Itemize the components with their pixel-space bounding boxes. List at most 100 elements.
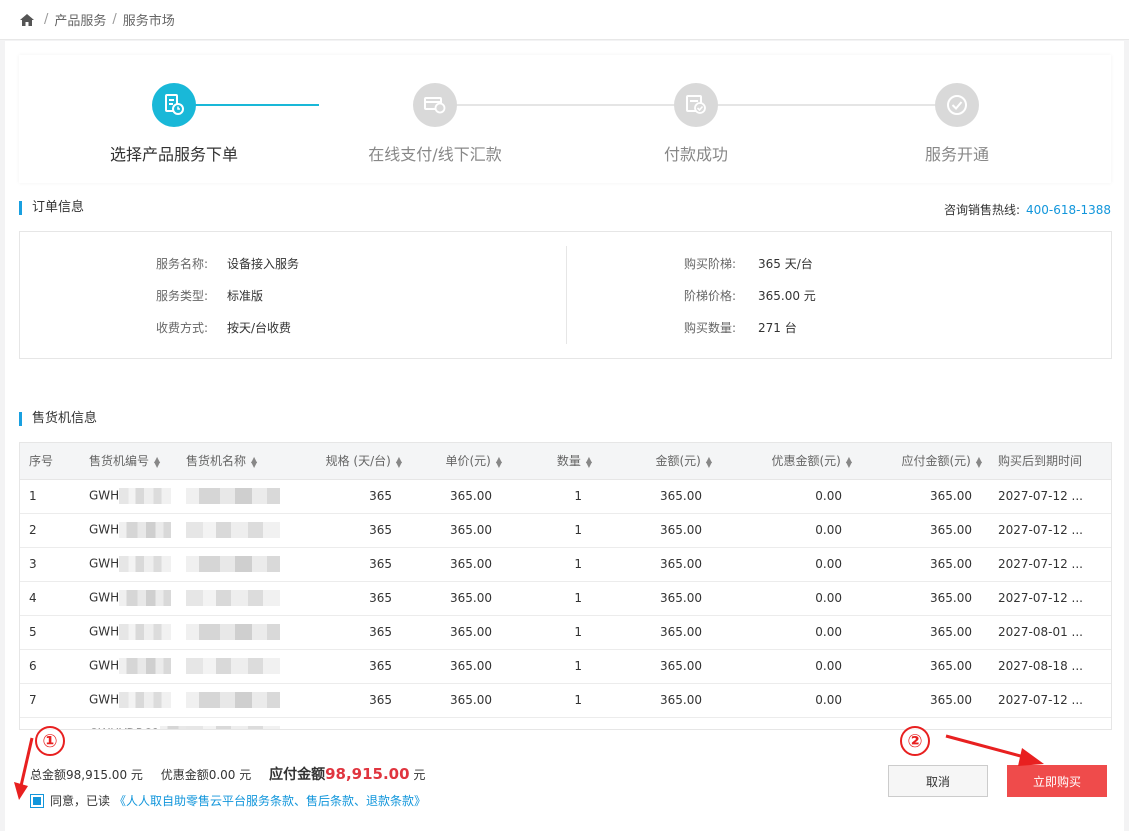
cell-no: 5	[20, 615, 80, 650]
cell-payable: 365.00	[860, 547, 990, 582]
col-header-label: 售货机编号	[89, 454, 150, 469]
order-field-service-type: 服务类型: 标准版	[20, 287, 560, 305]
col-header-machine-name[interactable]: 售货机名称 ▲ ▼	[186, 443, 300, 480]
terms-link[interactable]: 《人人取自助零售云平台服务条款、售后条款、退款条款》	[114, 792, 426, 809]
redacted-block	[186, 488, 280, 504]
table-row[interactable]: 8GWHYDRC2365365.001365.000.00365.002027-…	[20, 717, 1111, 729]
order-info-box: 服务名称: 设备接入服务 服务类型: 标准版 收费方式: 按天/台收费 购买阶梯…	[19, 231, 1112, 359]
table-row[interactable]: 2 GWH 365 365.00 1 365.00 0.00 365.00 2027-07-12…	[20, 513, 1111, 548]
home-icon[interactable]	[20, 13, 34, 26]
sort-icon[interactable]: ▲ ▼	[496, 455, 502, 468]
cell-expire: 2027-08-01 ...	[990, 615, 1111, 650]
order-field-quantity: 购买数量: 271 台	[580, 319, 1100, 337]
order-field-tier-price: 阶梯价格: 365.00 元	[580, 287, 1100, 305]
cell-machine-name	[186, 717, 300, 729]
field-value: 271 台	[758, 321, 797, 335]
cell-machine-id: GWH	[80, 581, 186, 616]
cell-machine-name	[186, 547, 300, 582]
table-row[interactable]: 7 GWH 365 365.00 1 365.00 0.00 365.00 2027-07-12…	[20, 683, 1111, 718]
cell-spec: 365	[300, 649, 410, 684]
field-value: 365.00 元	[758, 289, 816, 303]
breadcrumb-item-service-market[interactable]: 服务市场	[123, 10, 175, 29]
cell-machine-id: GWH	[80, 649, 186, 684]
cell-quantity: 1	[510, 649, 600, 684]
col-header-machine-id[interactable]: 售货机编号 ▲ ▼	[80, 443, 186, 480]
sort-icon[interactable]: ▲ ▼	[706, 455, 712, 468]
cell-machine-name	[186, 581, 300, 616]
annotation-arrow-2	[945, 734, 1044, 766]
cell-payable: 365.00	[860, 513, 990, 548]
col-header-label: 数量	[556, 454, 581, 469]
cell-machine-id: GWH	[80, 683, 186, 718]
cell-quantity: 1	[510, 547, 600, 582]
step-label: 在线支付/线下汇款	[368, 145, 502, 164]
total-amount: 总金额98,915.00 元	[30, 768, 143, 782]
cell-amount: 365.00	[600, 581, 720, 616]
cell-amount: 365.00	[600, 513, 720, 548]
cell-quantity: 1	[510, 717, 600, 729]
col-header-spec[interactable]: 规格 (天/台) ▲ ▼	[300, 443, 410, 480]
redacted-block	[186, 624, 280, 640]
cell-discount: 0.00	[720, 581, 860, 616]
breadcrumb-item-product-service[interactable]: 产品服务	[54, 10, 106, 29]
sort-icon[interactable]: ▲ ▼	[154, 455, 160, 468]
cell-discount: 0.00	[720, 513, 860, 548]
order-field-service-name: 服务名称: 设备接入服务	[20, 255, 560, 273]
col-header-unit-price[interactable]: 单价(元) ▲ ▼	[410, 443, 510, 480]
redacted-block	[119, 658, 172, 674]
col-header-no: 序号	[20, 443, 80, 480]
table-row[interactable]: 3 GWH 365 365.00 1 365.00 0.00 365.00 2027-07-12…	[20, 547, 1111, 582]
discount-amount: 优惠金额0.00 元	[160, 768, 252, 782]
col-header-expire[interactable]: 购买后到期时间	[990, 443, 1111, 480]
col-header-payable[interactable]: 应付金额(元) ▲ ▼	[860, 443, 990, 480]
col-header-label: 售货机名称	[186, 454, 247, 469]
cell-unit-price: 365.00	[410, 615, 510, 650]
cell-unit-price: 365.00	[410, 581, 510, 616]
field-label: 阶梯价格:	[683, 289, 736, 303]
col-header-discount[interactable]: 优惠金额(元) ▲ ▼	[720, 443, 860, 480]
cell-no: 7	[20, 683, 80, 718]
hotline-label: 咨询销售热线:	[943, 203, 1020, 217]
annotation-marker-1: ①	[35, 726, 65, 756]
col-header-amount[interactable]: 金额(元) ▲ ▼	[600, 443, 720, 480]
cell-amount: 365.00	[600, 717, 720, 729]
order-field-tier: 购买阶梯: 365 天/台	[580, 255, 1100, 273]
sort-icon[interactable]: ▲ ▼	[846, 455, 852, 468]
hotline-number[interactable]: 400-618-1388	[1026, 203, 1111, 217]
sort-icon[interactable]: ▲ ▼	[976, 455, 982, 468]
cell-amount: 365.00	[600, 547, 720, 582]
cell-spec: 365	[300, 717, 410, 729]
table-row[interactable]: 5 GWH 365 365.00 1 365.00 0.00 365.00 2027-08-01…	[20, 615, 1111, 650]
col-header-quantity[interactable]: 数量 ▲ ▼	[510, 443, 600, 480]
sort-icon[interactable]: ▲ ▼	[396, 455, 402, 468]
cell-payable: 365.00	[860, 479, 990, 514]
table-row[interactable]: 6 GWH 365 365.00 1 365.00 0.00 365.00 2027-08-18…	[20, 649, 1111, 684]
cell-machine-id: GWHYDRC2	[80, 717, 186, 729]
cell-unit-price: 365.00	[410, 547, 510, 582]
cell-quantity: 1	[510, 615, 600, 650]
cell-machine-name	[186, 683, 300, 718]
cell-payable: 365.00	[860, 717, 990, 729]
breadcrumb-separator: /	[112, 12, 117, 27]
cell-expire: 2027-07-12 ...	[990, 683, 1111, 718]
cell-no: 4	[20, 581, 80, 616]
cell-unit-price: 365.00	[410, 649, 510, 684]
col-header-label: 金额(元)	[655, 454, 701, 469]
col-header-label: 购买后到期时间	[998, 454, 1083, 469]
order-totals: 总金额98,915.00 元 优惠金额0.00 元 应付金额98,915.00 …	[30, 764, 425, 784]
cell-unit-price: 365.00	[410, 717, 510, 729]
table-row[interactable]: 4 GWH 365 365.00 1 365.00 0.00 365.00 2027-07-12…	[20, 581, 1111, 616]
field-value: 设备接入服务	[227, 257, 300, 271]
machine-id-prefix: GWH	[89, 522, 120, 537]
cell-spec: 365	[300, 581, 410, 616]
cell-discount: 0.00	[720, 649, 860, 684]
cell-machine-id: GWH	[80, 547, 186, 582]
table-row[interactable]: 1 GWH 365 365.00 1 365.00 0.00 365.00 2027-07-12…	[20, 479, 1111, 514]
field-label: 服务类型:	[155, 289, 208, 303]
redacted-block	[186, 556, 280, 572]
sort-icon[interactable]: ▲ ▼	[586, 455, 592, 468]
check-icon	[935, 83, 979, 127]
cell-machine-name	[186, 479, 300, 514]
sort-icon[interactable]: ▲ ▼	[251, 455, 257, 468]
cell-amount: 365.00	[600, 479, 720, 514]
